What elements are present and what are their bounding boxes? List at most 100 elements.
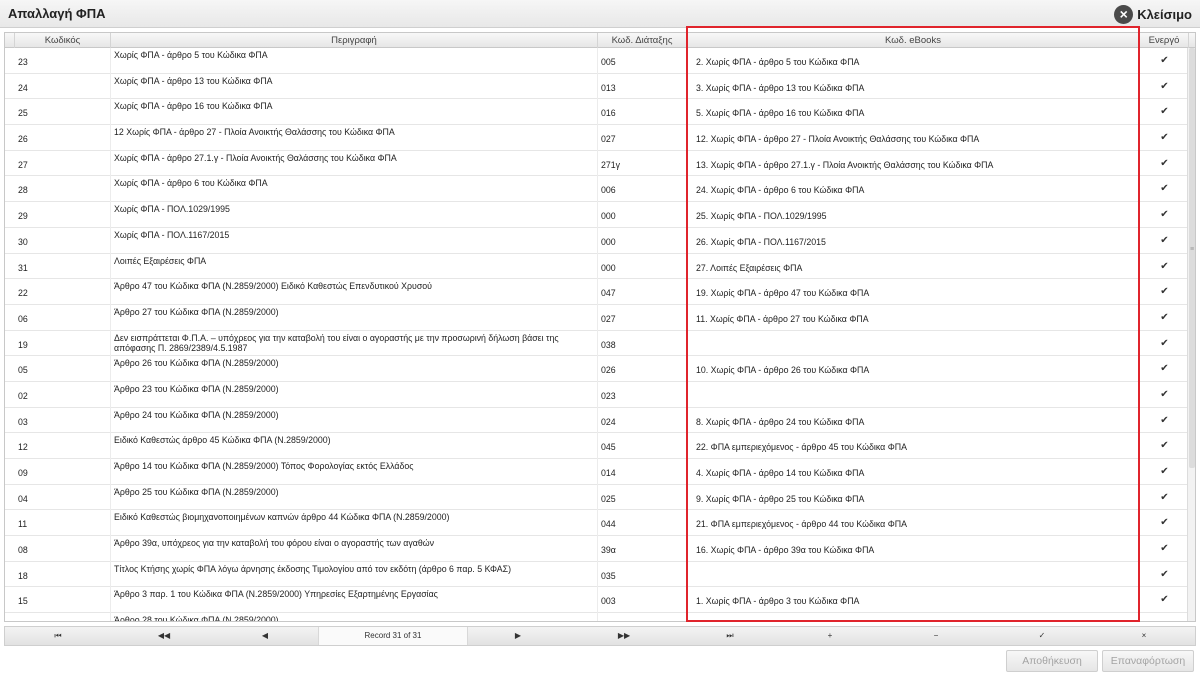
description-cell[interactable]: Άρθρο 3 παρ. 1 του Κώδικα ΦΠΑ (Ν.2859/20…: [111, 587, 598, 614]
code-cell[interactable]: 06: [15, 304, 111, 331]
last-record-icon[interactable]: ⏭: [677, 627, 783, 645]
delete-record-icon[interactable]: −: [883, 627, 989, 645]
code-cell[interactable]: 03: [15, 407, 111, 434]
table-row[interactable]: 31 Λοιπές Εξαιρέσεις ΦΠΑ 000 27. Λοιπές Εξα…: [5, 253, 1189, 280]
add-record-icon[interactable]: +: [777, 627, 883, 645]
table-row[interactable]: 27 Χωρίς ΦΠΑ - άρθρο 27.1.γ - Πλοία Ανοικ…: [5, 150, 1189, 177]
active-cell[interactable]: ✔: [1140, 485, 1189, 511]
checkmark-icon[interactable]: ✔: [1160, 389, 1170, 400]
disposition-code-cell[interactable]: 026: [598, 356, 687, 382]
code-cell[interactable]: 29: [15, 202, 111, 228]
active-cell[interactable]: ✔: [1140, 305, 1189, 331]
checkmark-icon[interactable]: ✔: [1160, 287, 1170, 297]
code-cell[interactable]: 30: [15, 227, 111, 254]
active-cell[interactable]: ✔: [1140, 202, 1189, 228]
checkmark-icon[interactable]: ✔: [1160, 364, 1170, 374]
description-cell[interactable]: Ειδικό Καθεστώς άρθρο 45 Κώδικα ΦΠΑ (Ν.2…: [111, 433, 598, 459]
disposition-code-cell[interactable]: 024: [598, 407, 687, 434]
active-cell[interactable]: ✔: [1140, 510, 1189, 536]
checkmark-icon[interactable]: ✔: [1160, 338, 1170, 349]
checkmark-icon[interactable]: ✔: [1160, 184, 1170, 194]
table-row[interactable]: 29 Χωρίς ΦΠΑ - ΠΟΛ.1029/1995 000 25. Χωρίς …: [5, 202, 1189, 228]
disposition-code-cell[interactable]: 016: [598, 99, 687, 126]
disposition-code-cell[interactable]: 006: [598, 176, 687, 203]
description-cell[interactable]: 12 Χωρίς ΦΠΑ - άρθρο 27 - Πλοία Ανοικτής…: [111, 125, 598, 151]
active-cell[interactable]: ✔: [1140, 176, 1189, 202]
code-cell[interactable]: 08: [15, 536, 111, 562]
active-cell[interactable]: ✔: [1140, 356, 1189, 382]
code-cell[interactable]: 24: [15, 73, 111, 100]
active-cell[interactable]: ✔: [1140, 151, 1189, 177]
confirm-edit-icon[interactable]: ✓: [989, 627, 1095, 645]
ebooks-code-cell[interactable]: [687, 330, 1140, 357]
checkmark-icon[interactable]: ✔: [1160, 441, 1170, 451]
checkmark-icon[interactable]: ✔: [1160, 261, 1170, 272]
ebooks-code-cell[interactable]: 10. Χωρίς ΦΠΑ - άρθρο 26 του Κώδικα ΦΠΑ: [687, 356, 1140, 382]
ebooks-code-cell[interactable]: 1. Χωρίς ΦΠΑ - άρθρο 3 του Κώδικα ΦΠΑ: [687, 587, 1140, 614]
table-row[interactable]: 02 Άρθρο 23 του Κώδικα ΦΠΑ (Ν.2859/2000) 0…: [5, 381, 1189, 408]
next-page-icon[interactable]: ▶▶: [571, 627, 677, 645]
code-cell[interactable]: 18: [15, 561, 111, 588]
code-cell[interactable]: 04: [15, 484, 111, 511]
table-row[interactable]: 03 Άρθρο 24 του Κώδικα ΦΠΑ (Ν.2859/2000) 0…: [5, 407, 1189, 434]
close-label[interactable]: Κλείσιμο: [1137, 7, 1192, 22]
ebooks-code-cell[interactable]: 3. Χωρίς ΦΠΑ - άρθρο 13 του Κώδικα ΦΠΑ: [687, 73, 1140, 100]
ebooks-code-cell[interactable]: 16. Χωρίς ΦΠΑ - άρθρο 39α του Κώδικα ΦΠΑ: [687, 536, 1140, 562]
ebooks-code-cell[interactable]: 24. Χωρίς ΦΠΑ - άρθρο 6 του Κώδικα ΦΠΑ: [687, 176, 1140, 203]
description-cell[interactable]: Άρθρο 39α, υπόχρεος για την καταβολή του…: [111, 536, 598, 562]
active-cell[interactable]: ✔: [1140, 433, 1189, 459]
active-cell[interactable]: ✔: [1140, 587, 1189, 613]
code-cell[interactable]: 09: [15, 459, 111, 485]
checkmark-icon[interactable]: ✔: [1160, 235, 1170, 246]
checkmark-icon[interactable]: ✔: [1160, 621, 1168, 622]
close-icon[interactable]: ×: [1114, 4, 1134, 24]
disposition-code-cell[interactable]: 045: [598, 433, 687, 459]
description-cell[interactable]: Δεν εισπράττεται Φ.Π.Α. – υπόχρεος για τ…: [111, 330, 598, 357]
checkmark-icon[interactable]: ✔: [1160, 56, 1170, 66]
active-cell[interactable]: ✔: [1140, 125, 1189, 151]
description-cell[interactable]: Χωρίς ΦΠΑ - άρθρο 27.1.γ - Πλοία Ανοικτή…: [111, 150, 598, 177]
table-row[interactable]: 15 Άρθρο 3 παρ. 1 του Κώδικα ΦΠΑ (Ν.2859/…: [5, 587, 1189, 614]
code-cell[interactable]: 25: [15, 99, 111, 126]
description-cell[interactable]: Χωρίς ΦΠΑ - ΠΟΛ.1029/1995: [111, 202, 598, 228]
disposition-code-cell[interactable]: 014: [598, 459, 687, 485]
next-record-icon[interactable]: ▶: [465, 627, 571, 645]
code-cell[interactable]: 22: [15, 279, 111, 305]
ebooks-code-cell[interactable]: 12. Χωρίς ΦΠΑ - άρθρο 27 - Πλοία Ανοικτή…: [687, 125, 1140, 151]
table-row[interactable]: 18 Τίτλος Κτήσης χωρίς ΦΠΑ λόγω άρνησης έ…: [5, 561, 1189, 588]
description-cell[interactable]: Χωρίς ΦΠΑ - ΠΟΛ.1167/2015: [111, 227, 598, 254]
code-cell[interactable]: 15: [15, 587, 111, 614]
description-cell[interactable]: Ειδικό Καθεστώς βιομηχανοποιημένων καπνώ…: [111, 510, 598, 537]
code-cell[interactable]: 12: [15, 433, 111, 459]
checkmark-icon[interactable]: ✔: [1160, 492, 1170, 503]
checkmark-icon[interactable]: ✔: [1160, 107, 1170, 117]
active-cell[interactable]: ✔: [1140, 562, 1189, 588]
disposition-code-cell[interactable]: 003: [598, 587, 687, 614]
ebooks-code-cell[interactable]: 27. Λοιπές Εξαιρέσεις ΦΠΑ: [687, 253, 1140, 280]
vertical-scrollbar[interactable]: ≡: [1187, 48, 1195, 621]
checkmark-icon[interactable]: ✔: [1160, 569, 1170, 580]
disposition-code-cell[interactable]: 000: [598, 227, 687, 254]
vat-exemption-grid[interactable]: Κωδικός Περιγραφή Κωδ. Διάταξης Κωδ. eBo…: [4, 32, 1196, 622]
disposition-code-cell[interactable]: 000: [598, 253, 687, 280]
table-row[interactable]: 28 Χωρίς ΦΠΑ - άρθρο 6 του Κώδικα ΦΠΑ 006 2…: [5, 176, 1189, 203]
previous-record-icon[interactable]: ◀: [212, 627, 318, 645]
checkmark-icon[interactable]: ✔: [1160, 81, 1170, 92]
description-cell[interactable]: Άρθρο 25 του Κώδικα ΦΠΑ (Ν.2859/2000): [111, 484, 598, 511]
active-cell[interactable]: ✔: [1140, 228, 1189, 254]
description-cell[interactable]: Τίτλος Κτήσης χωρίς ΦΠΑ λόγω άρνησης έκδ…: [111, 561, 598, 588]
ebooks-code-cell[interactable]: 21. ΦΠΑ εμπεριεχόμενος - άρθρο 44 του Κώ…: [687, 510, 1140, 537]
ebooks-code-cell[interactable]: 11. Χωρίς ΦΠΑ - άρθρο 27 του Κώδικα ΦΠΑ: [687, 304, 1140, 331]
active-cell[interactable]: ✔: [1140, 382, 1189, 408]
disposition-code-cell[interactable]: 038: [598, 330, 687, 357]
disposition-code-cell[interactable]: 025: [598, 484, 687, 511]
code-cell[interactable]: 19: [15, 330, 111, 357]
description-cell[interactable]: Χωρίς ΦΠΑ - άρθρο 13 του Κώδικα ΦΠΑ: [111, 73, 598, 100]
table-row[interactable]: 22 Άρθρο 47 του Κώδικα ΦΠΑ (Ν.2859/2000) …: [5, 279, 1189, 305]
code-cell[interactable]: 31: [15, 253, 111, 280]
reload-button[interactable]: Επαναφόρτωση: [1102, 650, 1194, 672]
active-cell[interactable]: ✔: [1140, 536, 1189, 562]
checkmark-icon[interactable]: ✔: [1160, 518, 1170, 528]
ebooks-code-cell[interactable]: 2. Χωρίς ΦΠΑ - άρθρο 5 του Κώδικα ΦΠΑ: [687, 48, 1140, 74]
active-cell[interactable]: ✔: [1140, 331, 1189, 357]
